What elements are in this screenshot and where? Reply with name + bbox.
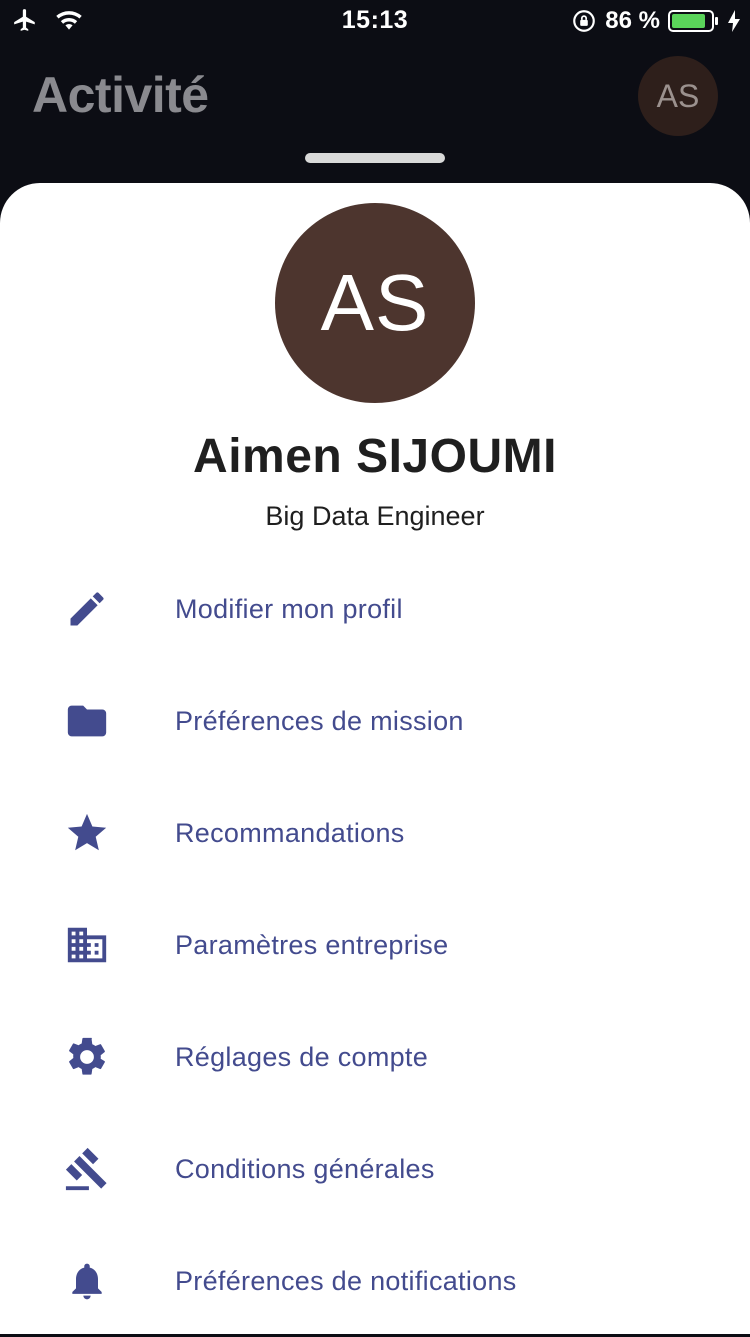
- profile-name: Aimen SIJOUMI: [193, 430, 557, 483]
- menu-item-account-settings[interactable]: Réglages de compte: [0, 1001, 750, 1113]
- profile-sheet: AS Aimen SIJOUMI Big Data Engineer Modif…: [0, 183, 750, 1334]
- menu-item-terms[interactable]: Conditions générales: [0, 1113, 750, 1225]
- folder-icon: [64, 698, 110, 744]
- battery-percent: 86 %: [605, 7, 660, 34]
- gavel-icon: [64, 1146, 110, 1192]
- profile-role: Big Data Engineer: [265, 501, 485, 531]
- status-bar: 15:13 86 %: [0, 0, 750, 40]
- building-icon: [64, 922, 110, 968]
- menu-item-label: Réglages de compte: [175, 1041, 429, 1072]
- menu-item-recommendations[interactable]: Recommandations: [0, 777, 750, 889]
- menu-item-label: Recommandations: [175, 817, 405, 848]
- menu-item-notification-preferences[interactable]: Préférences de notifications: [0, 1225, 750, 1337]
- menu-item-label: Préférences de notifications: [175, 1265, 517, 1296]
- header-avatar[interactable]: AS: [638, 56, 718, 136]
- sheet-drag-handle[interactable]: [305, 153, 445, 163]
- profile-menu: Modifier mon profil Préférences de missi…: [0, 553, 750, 1337]
- gear-icon: [64, 1034, 110, 1080]
- star-icon: [64, 810, 110, 856]
- pencil-icon: [64, 586, 110, 632]
- menu-item-label: Paramètres entreprise: [175, 929, 449, 960]
- page-title: Activité: [32, 67, 209, 123]
- menu-item-label: Modifier mon profil: [175, 593, 403, 624]
- battery-icon: [668, 9, 720, 33]
- avatar: AS: [275, 203, 475, 403]
- charging-icon: [728, 10, 740, 32]
- menu-item-edit-profile[interactable]: Modifier mon profil: [0, 553, 750, 665]
- rotation-lock-icon: [571, 8, 597, 34]
- menu-item-mission-preferences[interactable]: Préférences de mission: [0, 665, 750, 777]
- bell-icon: [64, 1258, 110, 1304]
- menu-item-company-settings[interactable]: Paramètres entreprise: [0, 889, 750, 1001]
- menu-item-label: Préférences de mission: [175, 705, 464, 736]
- menu-item-label: Conditions générales: [175, 1153, 435, 1184]
